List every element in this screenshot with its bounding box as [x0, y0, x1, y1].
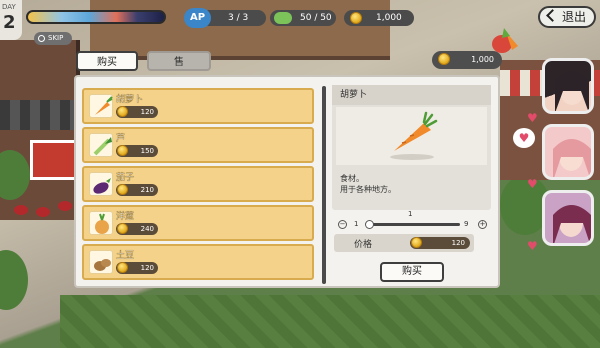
stamina-value: 50 / 50 [300, 13, 332, 23]
tab-buy[interactable]: 购买 [76, 51, 138, 71]
scrollbar-thumb[interactable] [322, 86, 326, 284]
carrot-icon [390, 111, 438, 160]
quantity-slider[interactable]: − 1 1 9 + [338, 210, 488, 236]
character-face [553, 205, 591, 243]
list-item[interactable]: 芦 150 [82, 127, 314, 163]
skip-icon [38, 35, 45, 42]
list-item[interactable]: 土豆 120 [82, 244, 314, 280]
skip-label: SKIP [48, 34, 64, 42]
character-portrait-1[interactable] [542, 58, 594, 114]
item-name: 洋葱 [116, 212, 135, 222]
stamina-counter: 50 / 50 [270, 10, 336, 26]
item-price: 210 [116, 184, 158, 196]
slider-track[interactable] [368, 223, 460, 226]
list-item[interactable]: 洋葱 240 [82, 205, 314, 241]
stools [14, 201, 74, 225]
decrease-quantity-button[interactable]: − [338, 220, 347, 229]
character-portrait-2[interactable] [542, 124, 594, 180]
exit-button[interactable]: 退出 [538, 6, 596, 28]
ap-counter: AP 3 / 3 [184, 8, 266, 28]
shop-gold-value: 1,000 [471, 55, 494, 64]
total-price-row: 价格 120 [334, 234, 474, 252]
ap-value: 3 / 3 [228, 13, 249, 23]
quantity-current: 1 [408, 210, 413, 218]
item-detail-card: 胡萝卜 食材。 用于各种地方。 [332, 85, 491, 210]
desc-line: 食材。 [340, 174, 364, 183]
item-name: 土豆 [116, 251, 135, 261]
character-portrait-3[interactable] [542, 190, 594, 246]
slider-handle[interactable] [365, 220, 374, 229]
buy-button[interactable]: 购买 [380, 262, 444, 282]
heart-icon: ♥ [527, 177, 538, 191]
detail-description: 食材。 用于各种地方。 [340, 173, 396, 195]
item-price: 240 [116, 223, 158, 235]
item-price-value: 240 [140, 225, 154, 233]
day-counter: DAY 2 [0, 0, 22, 40]
time-of-day-bar [26, 10, 166, 24]
heart-icon: ♥ [527, 111, 538, 125]
coin-icon [117, 145, 128, 156]
item-price-value: 120 [140, 108, 154, 116]
onion-icon [89, 211, 113, 235]
coin-icon [438, 53, 450, 65]
gold-value: 1,000 [376, 13, 402, 23]
coin-icon [117, 262, 128, 273]
character-face [553, 139, 591, 177]
tab-sell[interactable]: 售 [147, 51, 211, 71]
potato-icon [89, 250, 113, 274]
list-item[interactable]: 胡萝卜 120 [82, 88, 314, 124]
item-price: 120 [116, 106, 158, 118]
skip-button[interactable]: SKIP [34, 32, 72, 45]
detail-title: 胡萝卜 [332, 85, 491, 105]
detail-image [336, 107, 487, 165]
hedge [60, 295, 600, 348]
eggplant-icon [89, 172, 113, 196]
exit-label: 退出 [562, 10, 587, 24]
day-label: DAY [2, 3, 16, 11]
item-price-value: 120 [140, 264, 154, 272]
item-price: 150 [116, 145, 158, 157]
quantity-max: 9 [464, 220, 469, 228]
gold-counter: 1,000 [344, 10, 414, 26]
back-arrow-icon [546, 9, 559, 22]
heart-icon: ♥ [527, 239, 538, 253]
affection-heart-icon[interactable]: ♥ [513, 128, 535, 148]
ap-tag: AP [184, 8, 212, 28]
carrot-icon [89, 94, 113, 118]
coin-icon [117, 223, 128, 234]
coin-icon [350, 12, 362, 24]
item-name: 茄子 [116, 173, 135, 183]
item-price-value: 150 [140, 147, 154, 155]
desc-line: 用于各种地方。 [340, 185, 396, 194]
leek-icon [89, 133, 113, 157]
item-price: 120 [116, 262, 158, 274]
day-number: 2 [3, 12, 16, 33]
total-price: 120 [410, 237, 470, 249]
price-label: 价格 [354, 240, 373, 250]
quantity-min: 1 [354, 220, 359, 228]
vegetable-basket-icon [492, 28, 518, 53]
character-face [555, 71, 589, 111]
item-price-value: 210 [140, 186, 154, 194]
coin-icon [117, 184, 128, 195]
coin-icon [117, 106, 128, 117]
item-name: 芦 [116, 134, 126, 144]
list-item[interactable]: 茄子 210 [82, 166, 314, 202]
stamina-icon [274, 12, 292, 24]
total-price-value: 120 [451, 239, 465, 247]
increase-quantity-button[interactable]: + [478, 220, 487, 229]
coin-icon [411, 237, 422, 248]
item-list: 胡萝卜 120 芦 150 茄子 210 洋葱 240 土豆 120 [80, 86, 320, 284]
item-name: 胡萝卜 [116, 95, 144, 105]
